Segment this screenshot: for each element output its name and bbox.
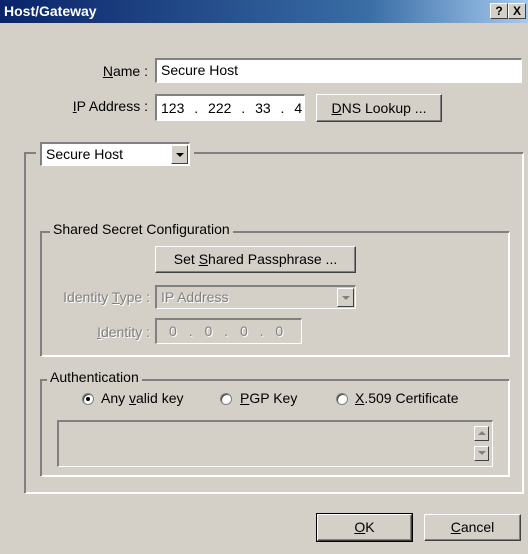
x509-rest: .509 Certificate (364, 390, 459, 406)
x509-certificate-label[interactable]: X.509 Certificate (355, 390, 459, 406)
pgp-key-rest: GP Key (249, 390, 298, 406)
shared-secret-group-title: Shared Secret Configuration (50, 221, 233, 237)
identity-type-combo[interactable]: IP Address (155, 285, 356, 309)
ip-label-rest: P Address : (76, 98, 148, 114)
help-button[interactable]: ? (490, 3, 508, 19)
name-label-text: Name : (102, 63, 148, 79)
ip-dot-2: . (241, 100, 246, 116)
ip-address-label: IP Address : (50, 98, 148, 114)
cancel-accel: C (450, 519, 461, 535)
identity-octet-4: 0 (275, 323, 284, 339)
any-valid-key-pre: Any (101, 390, 130, 406)
name-label-rest: ame : (112, 63, 148, 79)
identity-type-pre: Identity (63, 289, 112, 305)
ip-octet-1: 123 (161, 100, 185, 116)
scroll-up-arrow-icon (478, 431, 486, 435)
ok-button[interactable]: OK (316, 513, 413, 542)
x509-accel: X (355, 390, 365, 406)
cancel-button[interactable]: Cancel (424, 514, 521, 541)
chevron-down-icon (176, 153, 184, 157)
name-label: Name : (60, 63, 148, 79)
ip-octet-2: 222 (208, 100, 232, 116)
ok-accel: O (354, 519, 366, 535)
identity-octet-2: 0 (204, 323, 213, 339)
ok-rest: K (365, 519, 375, 535)
scroll-down-arrow-icon (478, 451, 486, 455)
dns-accel: D (331, 100, 342, 116)
identity-label: Identity : (60, 324, 150, 340)
certificate-details-box[interactable] (57, 420, 493, 467)
authentication-group-title: Authentication (47, 369, 142, 385)
ip-address-input[interactable]: 123 . 222 . 33 . 4 (155, 94, 305, 121)
help-question-icon: ? (495, 4, 503, 18)
identity-type-dropdown-button[interactable] (337, 288, 354, 307)
ip-dot-3: . (280, 100, 285, 116)
close-icon: X (512, 4, 521, 18)
identity-dot-3: . (259, 323, 264, 339)
identity-dot-1: . (188, 323, 193, 339)
passphrase-rest: hared Passphrase ... (208, 251, 338, 267)
identity-type-rest: ype : (119, 289, 150, 305)
dns-lookup-button[interactable]: DNS Lookup ... (316, 94, 442, 122)
any-valid-key-accel: v (129, 390, 137, 406)
set-shared-passphrase-button[interactable]: Set Shared Passphrase ... (155, 246, 356, 273)
chevron-down-icon (342, 296, 350, 300)
host-gateway-dialog: Host/Gateway ? X Name : Secure Host IP A… (0, 0, 528, 554)
identity-type-value: IP Address (161, 289, 229, 305)
ip-octet-4: 4 (294, 100, 303, 116)
any-valid-key-radio[interactable] (82, 393, 94, 405)
identity-type-label: Identity Type : (40, 289, 150, 305)
identity-octet-1: 0 (169, 323, 177, 339)
host-type-selected: Secure Host (46, 146, 124, 162)
ip-octet-3: 33 (255, 100, 271, 116)
name-input[interactable]: Secure Host (155, 58, 522, 83)
identity-input[interactable]: 0 . 0 . 0 . 0 (155, 318, 302, 344)
scroll-down-button[interactable] (474, 446, 489, 461)
pgp-key-accel: P (240, 390, 250, 406)
identity-octet-3: 0 (239, 323, 248, 339)
x509-certificate-radio[interactable] (336, 393, 348, 405)
identity-rest: dentity : (100, 324, 150, 340)
name-input-value: Secure Host (161, 62, 239, 78)
any-valid-key-rest: alid key (136, 390, 184, 406)
dns-lookup-rest: NS Lookup ... (341, 100, 427, 116)
ip-dot-1: . (194, 100, 199, 116)
pgp-key-radio[interactable] (220, 393, 232, 405)
title-bar[interactable]: Host/Gateway ? X (0, 0, 528, 23)
passphrase-pre: Set (173, 251, 199, 267)
passphrase-accel: S (198, 251, 209, 267)
scroll-up-button[interactable] (474, 426, 489, 441)
cancel-rest: ancel (460, 519, 495, 535)
identity-type-accel: T (111, 289, 120, 305)
window-title: Host/Gateway (4, 3, 97, 19)
any-valid-key-label[interactable]: Any valid key (101, 390, 183, 406)
host-type-dropdown-button[interactable] (171, 145, 188, 164)
identity-dot-2: . (224, 323, 229, 339)
close-button[interactable]: X (508, 3, 526, 19)
pgp-key-label[interactable]: PGP Key (240, 390, 297, 406)
host-type-combo[interactable]: Secure Host (40, 142, 190, 166)
